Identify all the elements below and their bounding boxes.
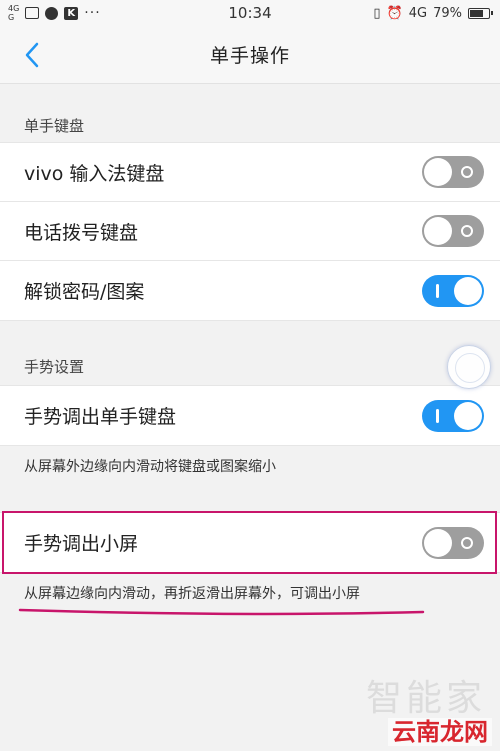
- status-time: 10:34: [228, 4, 272, 22]
- signal-icon: 4G G: [8, 4, 19, 22]
- toggle-knob: [424, 217, 452, 245]
- chevron-left-icon: [25, 42, 39, 68]
- toggle-off-icon: [461, 166, 473, 178]
- toggle-knob: [454, 276, 482, 305]
- setting-label: 手势调出单手键盘: [24, 406, 177, 428]
- toggle-switch[interactable]: [422, 156, 484, 188]
- watermark-logo: 云南龙网: [388, 718, 492, 746]
- app-icon: [45, 6, 59, 20]
- status-left: 4G G K ···: [8, 4, 101, 22]
- network-label: 4G: [408, 5, 428, 21]
- annotation-underline: [18, 608, 425, 616]
- toggle-switch[interactable]: [422, 274, 484, 307]
- toggle-switch[interactable]: [422, 526, 484, 559]
- setting-row-gesture-small-screen[interactable]: 手势调出小屏: [0, 513, 500, 572]
- status-right: ▯ ⏰ 4G 79%: [373, 5, 493, 21]
- setting-label: 手势调出小屏: [24, 533, 139, 555]
- setting-row-gesture-keyboard[interactable]: 手势调出单手键盘: [0, 386, 500, 445]
- signal-2-label: G: [8, 13, 15, 22]
- setting-label: vivo 输入法键盘: [24, 162, 165, 185]
- status-bar: 4G G K ··· 10:34 ▯ ⏰ 4G 79%: [0, 0, 500, 26]
- setting-label: 解锁密码/图案: [24, 281, 145, 303]
- toggle-knob: [424, 158, 452, 186]
- setting-row-vivo-keyboard[interactable]: vivo 输入法键盘: [0, 143, 500, 202]
- watermark-faint: 智能家: [365, 678, 486, 719]
- battery-icon: [468, 7, 493, 19]
- signal-1-label: 4G: [8, 4, 20, 13]
- battery-percent: 79%: [433, 5, 462, 21]
- section-header-keyboard: 单手键盘: [24, 117, 85, 135]
- toggle-switch[interactable]: [422, 399, 484, 432]
- setting-row-dialer-keyboard[interactable]: 电话拨号键盘: [0, 202, 500, 261]
- toggle-on-icon: [436, 283, 439, 298]
- section-header-gesture: 手势设置: [24, 358, 85, 376]
- keyboard-group: vivo 输入法键盘 电话拨号键盘 解锁密码/图案: [0, 142, 500, 321]
- k-app-icon: K: [64, 6, 79, 20]
- title-bar: 单手操作: [0, 26, 500, 84]
- setting-description: 从屏幕外边缘向内滑动将键盘或图案缩小: [24, 459, 276, 475]
- toggle-off-icon: [461, 536, 473, 549]
- gesture-group-1: 手势调出单手键盘: [0, 385, 500, 446]
- watermark: 智能家 云南龙网: [366, 678, 492, 747]
- toggle-knob: [454, 401, 482, 430]
- more-dots-icon: ···: [84, 5, 101, 21]
- page-title: 单手操作: [209, 45, 290, 67]
- back-button[interactable]: [18, 40, 46, 70]
- toggle-knob: [424, 528, 452, 557]
- toggle-switch[interactable]: [422, 215, 484, 247]
- gesture-group-2: 手势调出小屏: [0, 512, 500, 573]
- alarm-icon: ⏰: [386, 5, 403, 21]
- toggle-on-icon: [436, 408, 439, 423]
- floating-ball-icon[interactable]: [447, 345, 491, 389]
- setting-row-unlock-pattern[interactable]: 解锁密码/图案: [0, 261, 500, 320]
- setting-description: 从屏幕边缘向内滑动，再折返滑出屏幕外，可调出小屏: [24, 586, 360, 602]
- vibrate-icon: ▯: [373, 5, 381, 21]
- toggle-off-icon: [461, 225, 473, 237]
- image-icon: [25, 7, 40, 19]
- setting-label: 电话拨号键盘: [24, 221, 139, 244]
